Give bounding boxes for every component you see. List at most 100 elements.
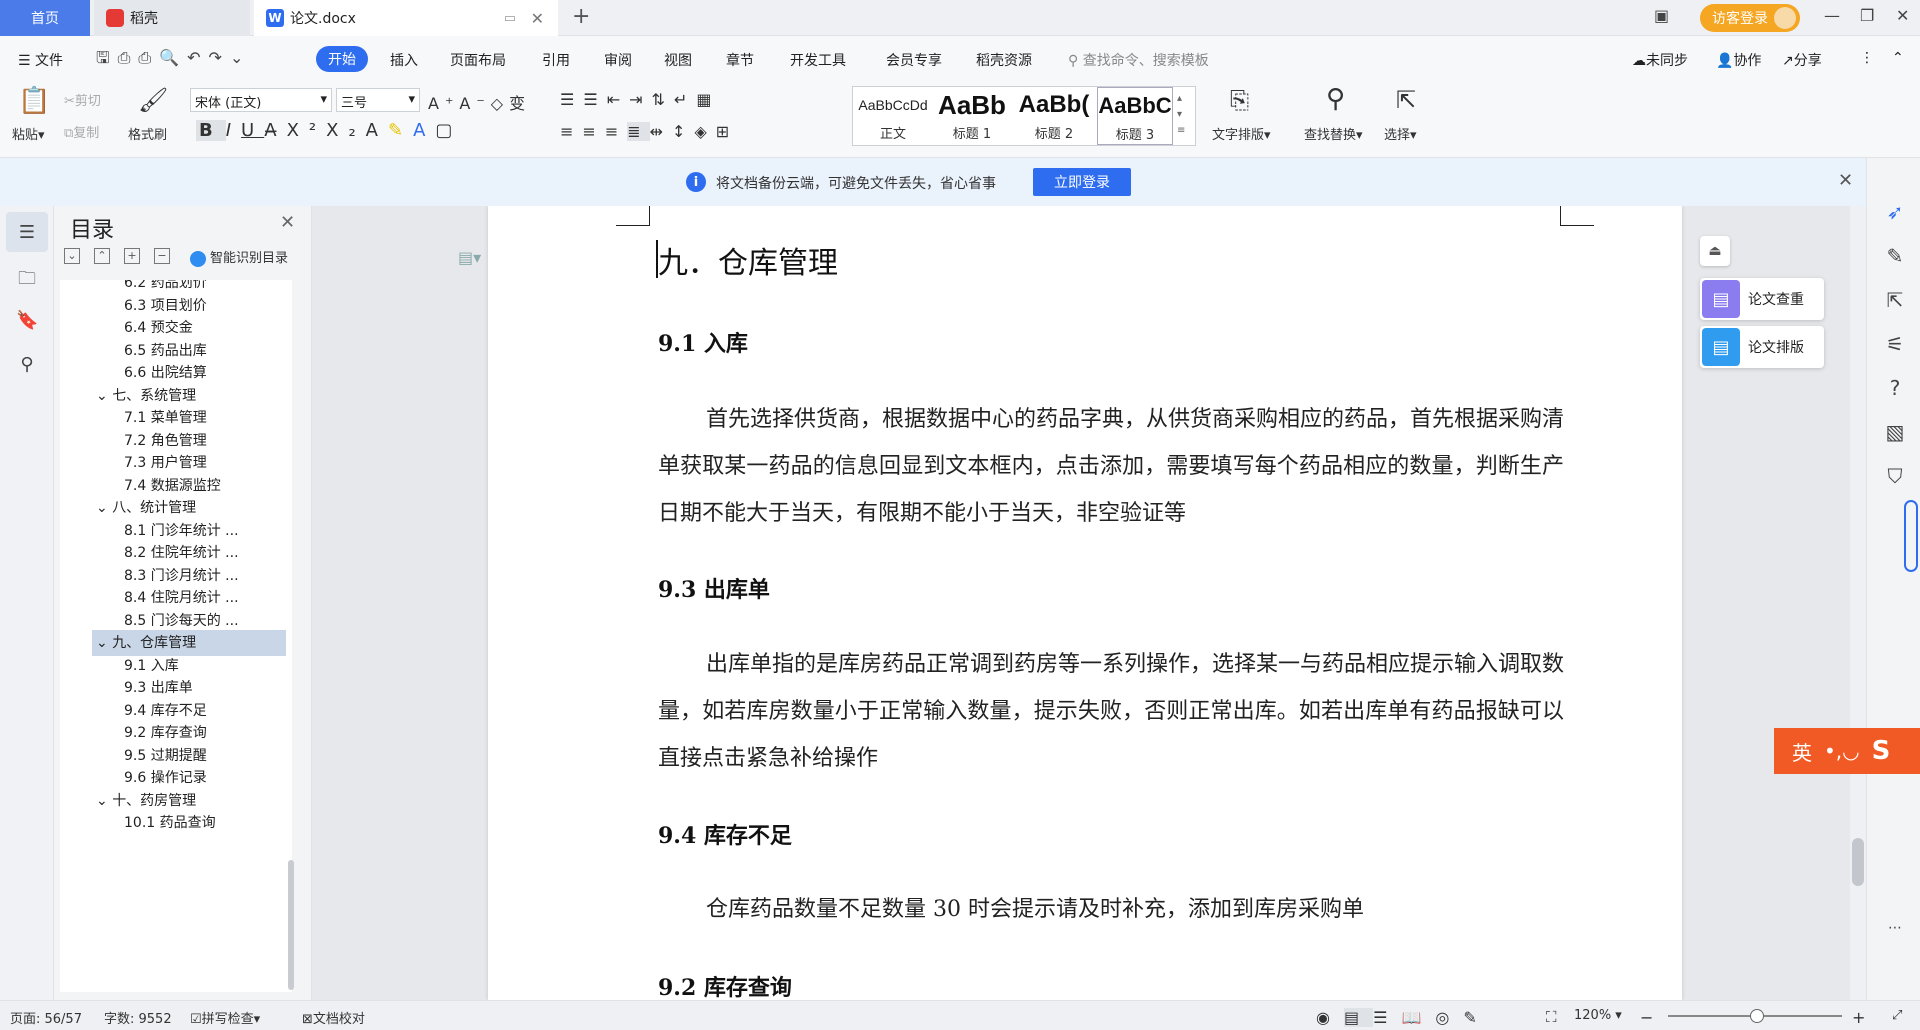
style-heading-2[interactable]: AaBb(标题 2: [1015, 87, 1093, 145]
shield-icon[interactable]: ⛉: [1883, 464, 1907, 488]
paste-icon[interactable]: 📋: [18, 86, 50, 116]
window-layout-icon[interactable]: ▣: [1654, 6, 1669, 25]
remove-heading-icon[interactable]: −: [154, 248, 170, 264]
quick-access-icons[interactable]: 🖫⎙⎙🔍↶↷⌄: [96, 47, 251, 74]
close-window-icon[interactable]: ✕: [1896, 6, 1909, 25]
smart-toc-button[interactable]: 智能识别目录: [190, 247, 288, 267]
text-layout-icon[interactable]: ⎘: [1230, 86, 1249, 114]
menu-tab-start[interactable]: 开始: [316, 46, 368, 72]
collapse-ribbon-icon[interactable]: ⌃: [1892, 50, 1904, 66]
subscript-icon[interactable]: X₂: [326, 120, 366, 141]
style-scroll-icons[interactable]: ▴ ▾ ≡: [1177, 91, 1185, 139]
format-painter-icon[interactable]: 🖌: [138, 86, 168, 114]
zoom-in-icon[interactable]: +: [1852, 1008, 1865, 1027]
doc-outline-icon[interactable]: ▤▾: [458, 248, 481, 267]
paragraph-tools-top[interactable]: ☰☰⇤⇥⇅↵▦: [560, 90, 720, 109]
pen-view-icon[interactable]: ✎: [1463, 1008, 1490, 1027]
font-size-tools[interactable]: A⁺A⁻◇变: [428, 90, 531, 114]
text-effect-icon[interactable]: A: [366, 120, 388, 141]
menu-tab-chapter[interactable]: 章节: [726, 50, 754, 70]
more-icon[interactable]: ⋮: [1860, 50, 1874, 66]
select-button[interactable]: 选择▾: [1384, 124, 1417, 143]
section-paragraph[interactable]: 首先选择供货商，根据数据中心的药品字典，从供货商采购相应的药品，首先根据采购清单…: [658, 396, 1564, 537]
superscript-icon[interactable]: X²: [287, 120, 327, 141]
strikethrough-icon[interactable]: A̶: [264, 120, 286, 141]
menu-tab-insert[interactable]: 插入: [390, 50, 418, 70]
settings-slider-icon[interactable]: ⚟: [1883, 332, 1907, 356]
select-cursor-icon[interactable]: ⇱: [1396, 86, 1416, 114]
more-tools-icon[interactable]: ⋯: [1883, 920, 1907, 936]
underline-icon[interactable]: U: [241, 120, 264, 141]
menu-tab-review[interactable]: 审阅: [604, 50, 632, 70]
guest-login-button[interactable]: 访客登录: [1700, 4, 1800, 32]
paste-button[interactable]: 粘贴▾: [12, 124, 45, 143]
font-size-select[interactable]: 三号 ▾: [336, 88, 420, 112]
chevron-down-icon[interactable]: ⌄: [96, 793, 112, 809]
section-paragraph[interactable]: 仓库药品数量不足数量 30 时会提示请及时补充，添加到库房采购单: [658, 886, 1564, 933]
tab-home[interactable]: 首页: [0, 0, 90, 36]
outline-view-icon[interactable]: ☰: [1373, 1008, 1401, 1027]
page-view-icon[interactable]: ▤: [1343, 1008, 1374, 1027]
collapse-all-icon[interactable]: ⌄: [64, 248, 80, 264]
plagiarism-check-button[interactable]: ▤ 论文查重: [1700, 278, 1824, 320]
sync-status[interactable]: ☁未同步: [1632, 50, 1688, 70]
chapter-nav-icon[interactable]: 🗀: [16, 266, 38, 289]
char-border-icon[interactable]: ▢: [435, 120, 462, 141]
cut-button[interactable]: ✂剪切: [64, 90, 101, 109]
read-view-icon[interactable]: 📖: [1401, 1008, 1435, 1027]
pin-icon[interactable]: ▭: [504, 11, 516, 26]
style-normal[interactable]: AaBbCcDd 正文: [857, 87, 929, 145]
toc-scrollbar[interactable]: [288, 860, 294, 990]
rocket-icon[interactable]: ➶: [1883, 200, 1907, 224]
share-button[interactable]: ↗分享: [1782, 50, 1822, 70]
find-replace-button[interactable]: 查找替换▾: [1304, 124, 1363, 143]
ime-indicator[interactable]: 英 •,◡ S: [1774, 728, 1920, 774]
help-icon[interactable]: ?: [1883, 376, 1907, 400]
style-heading-3[interactable]: AaBbC 标题 3: [1097, 87, 1173, 145]
font-family-select[interactable]: 宋体 (正文) ▾: [190, 88, 332, 112]
zoom-slider-knob[interactable]: [1750, 1009, 1764, 1023]
copy-button[interactable]: ⧉复制: [64, 122, 99, 141]
minimize-icon[interactable]: —: [1824, 6, 1840, 25]
command-search[interactable]: ⚲ 查找命令、搜索模板: [1068, 50, 1209, 70]
collab-button[interactable]: 👤协作: [1716, 50, 1761, 70]
justify-icon[interactable]: ≣: [627, 122, 650, 141]
section-heading[interactable]: 9.2 库存查询: [658, 970, 792, 1000]
bookmark-icon[interactable]: 🔖: [16, 310, 38, 332]
web-view-icon[interactable]: ◎: [1435, 1008, 1463, 1027]
tab-document[interactable]: W 论文.docx ▭ ✕: [254, 0, 558, 36]
file-menu[interactable]: ☰ 文件: [18, 50, 63, 70]
format-painter-button[interactable]: 格式刷: [128, 124, 167, 143]
back-to-top-button[interactable]: ⏏: [1700, 236, 1730, 266]
find-icon[interactable]: ⚲: [1326, 84, 1345, 114]
section-heading[interactable]: 9.4 库存不足: [658, 818, 792, 850]
section-paragraph[interactable]: 出库单指的是库房药品正常调到药房等一系列操作，选择某一与药品相应提示输入调取数量…: [658, 641, 1564, 782]
font-color-icon[interactable]: A: [413, 120, 435, 141]
login-now-button[interactable]: 立即登录: [1033, 168, 1131, 196]
menu-tab-page-layout[interactable]: 页面布局: [450, 50, 506, 70]
style-heading-1[interactable]: AaBb 标题 1: [933, 87, 1011, 145]
chapter-heading[interactable]: 九．仓库管理: [658, 238, 838, 282]
cursor-icon[interactable]: ⇱: [1883, 288, 1907, 312]
new-tab-button[interactable]: +: [572, 4, 590, 29]
chevron-down-icon[interactable]: ⌄: [96, 635, 112, 651]
menu-tab-dev-tools[interactable]: 开发工具: [790, 50, 846, 70]
menu-tab-daoke[interactable]: 稻壳资源: [976, 50, 1032, 70]
thesis-layout-button[interactable]: ▤ 论文排版: [1700, 326, 1824, 368]
paragraph-tools-bottom[interactable]: ≡≡≡≣⇹↕◈⊞: [560, 122, 738, 141]
menu-tab-references[interactable]: 引用: [542, 50, 570, 70]
search-icon[interactable]: ⚲: [16, 354, 38, 376]
fullscreen-icon[interactable]: ⤢: [1892, 1008, 1902, 1023]
bold-icon[interactable]: B: [196, 120, 226, 141]
toc-chapter-item[interactable]: ⌄ 九、仓库管理: [92, 630, 286, 656]
zoom-out-icon[interactable]: −: [1640, 1008, 1653, 1027]
pen-icon[interactable]: ✎: [1883, 244, 1907, 268]
expand-all-icon[interactable]: ⌃: [94, 248, 110, 264]
spell-check-button[interactable]: ☑拼写检查▾: [190, 1008, 260, 1027]
restore-icon[interactable]: ❐: [1860, 6, 1874, 25]
tab-daoke[interactable]: 稻壳: [94, 0, 250, 36]
chevron-down-icon[interactable]: ⌄: [96, 500, 112, 516]
add-heading-icon[interactable]: +: [124, 248, 140, 264]
text-format-tools[interactable]: B IUA̶X²X₂A✎A▢: [196, 120, 462, 141]
zoom-level[interactable]: 120% ▾: [1574, 1008, 1622, 1023]
